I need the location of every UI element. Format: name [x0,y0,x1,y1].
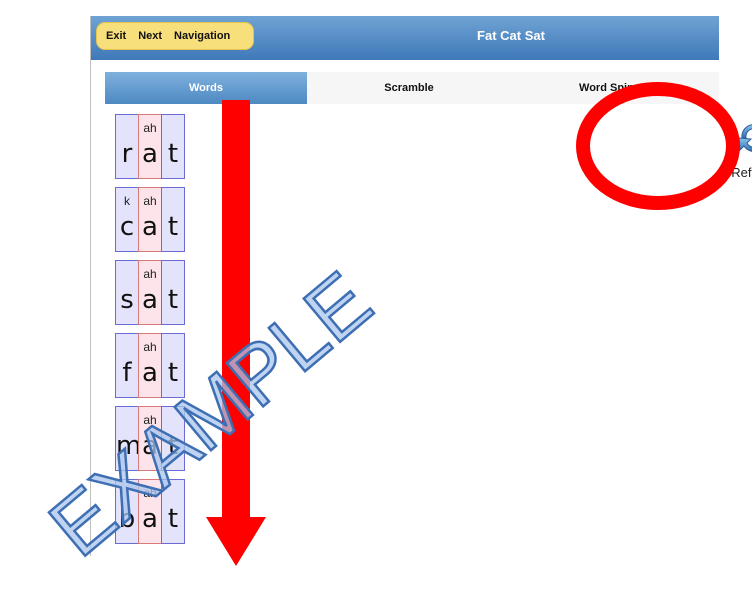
word-card[interactable]: k c ah a t [115,187,185,252]
letter-tile[interactable]: t [161,406,185,471]
tab-bar: Words Scramble Word Spinner [105,72,719,104]
letter-glyph: t [167,358,179,388]
tab-word-spinner[interactable]: Word Spinner [511,72,719,104]
letter-tile[interactable]: t [161,114,185,179]
letter-tile[interactable]: t [161,260,185,325]
tab-scramble[interactable]: Scramble [307,72,511,104]
refresh-icon [738,124,752,152]
next-button[interactable]: Next [132,30,168,42]
letter-sound: ah [143,194,157,208]
letter-glyph: t [167,504,179,534]
letter-tile[interactable]: t [161,187,185,252]
letter-tile[interactable]: ah a [138,333,162,398]
letter-glyph: a [142,285,158,315]
letter-tile[interactable]: s [115,260,139,325]
app-window: Exit Next Navigation Fat Cat Sat Words S… [90,16,752,556]
letter-glyph: a [142,504,158,534]
letter-tile[interactable]: t [161,333,185,398]
refresh-button[interactable]: Refresh [719,120,752,180]
word-card[interactable]: b ah a t [115,479,185,544]
letter-glyph: c [119,212,135,242]
letter-glyph: r [121,139,133,169]
letter-glyph: a [142,212,158,242]
word-card[interactable]: m ah a t [115,406,185,471]
letter-tile[interactable]: t [161,479,185,544]
word-card[interactable]: s ah a t [115,260,185,325]
letter-tile[interactable]: b [115,479,139,544]
word-card[interactable]: f ah a t [115,333,185,398]
word-list: r ah a t k c ah a t s ah a t f ah a t m ah a t b ah a t [115,114,185,552]
letter-glyph: a [142,139,158,169]
refresh-label: Refresh [731,165,752,180]
navigation-button[interactable]: Navigation [168,30,236,42]
letter-glyph: t [167,212,179,242]
letter-tile[interactable]: f [115,333,139,398]
letter-sound: k [124,194,130,208]
exit-button[interactable]: Exit [97,30,132,42]
letter-sound: ah [143,121,157,135]
letter-sound: ah [143,340,157,354]
word-card[interactable]: r ah a t [115,114,185,179]
header-bar: Exit Next Navigation Fat Cat Sat [91,16,719,60]
letter-tile[interactable]: m [115,406,142,471]
letter-glyph: t [167,431,179,461]
letter-sound: ah [143,267,157,281]
letter-glyph: a [142,358,158,388]
letter-sound: ah [143,486,157,500]
letter-glyph: f [122,358,132,388]
letter-tile[interactable]: ah a [138,406,162,471]
letter-tile[interactable]: ah a [138,479,162,544]
letter-tile[interactable]: kc [115,187,139,252]
letter-tile[interactable]: ah a [138,260,162,325]
letter-glyph: b [118,504,136,534]
letter-glyph: s [120,285,134,315]
app-title: Fat Cat Sat [477,28,545,43]
letter-glyph: m [116,431,142,461]
letter-sound: ah [143,413,157,427]
letter-tile[interactable]: ah a [138,114,162,179]
letter-tile[interactable]: ah a [138,187,162,252]
letter-glyph: a [142,431,158,461]
letter-tile[interactable]: r [115,114,139,179]
letter-glyph: t [167,285,179,315]
tab-words[interactable]: Words [105,72,307,104]
nav-pill: Exit Next Navigation [96,22,254,50]
letter-glyph: t [167,139,179,169]
